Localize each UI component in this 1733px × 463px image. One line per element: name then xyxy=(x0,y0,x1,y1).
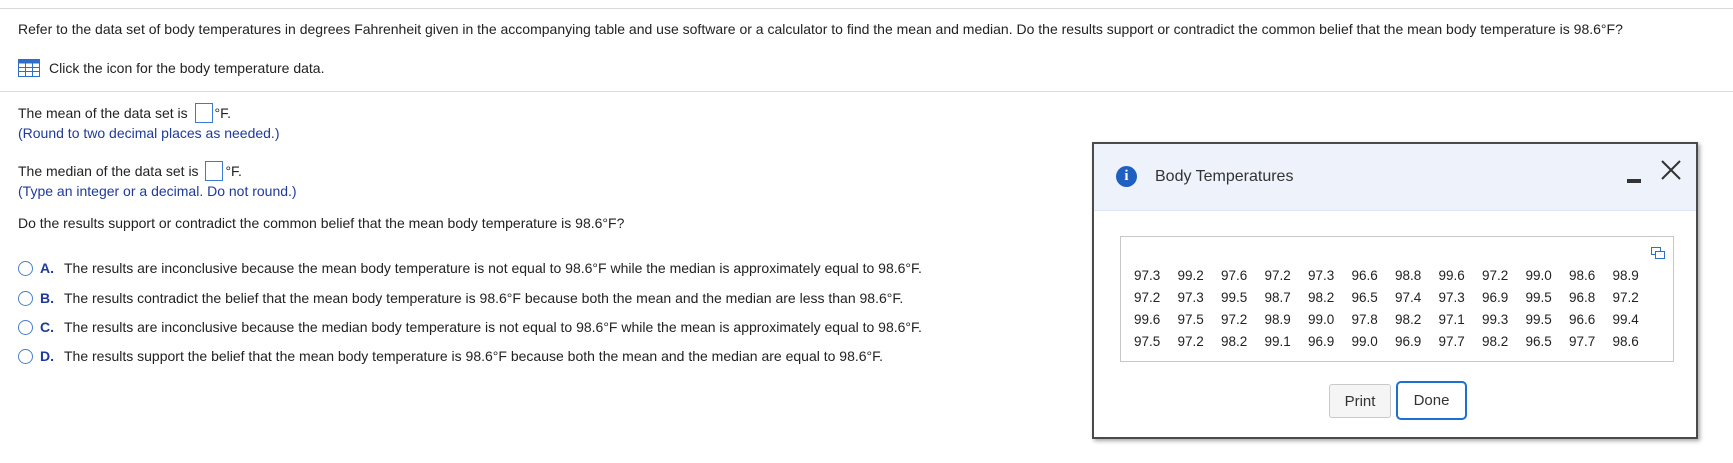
table-row: 99.6 97.5 97.2 98.9 99.0 97.8 98.2 97.1 99.3 99.5… xyxy=(1134,308,1656,330)
table-cell: 98.2 xyxy=(1395,311,1422,327)
question-text: Refer to the data set of body temperatur… xyxy=(18,21,1623,37)
table-cell: 97.5 xyxy=(1177,311,1204,327)
mean-suffix: °F. xyxy=(214,105,232,121)
table-cell: 97.2 xyxy=(1612,289,1639,305)
close-icon[interactable] xyxy=(1659,158,1683,182)
mean-input[interactable] xyxy=(194,103,213,123)
median-prefix: The median of the data set is xyxy=(18,163,199,179)
table-grid-icon[interactable] xyxy=(18,59,40,77)
table-cell: 97.2 xyxy=(1482,267,1509,283)
dialog-header[interactable]: i Body Temperatures xyxy=(1094,144,1696,211)
table-cell: 96.6 xyxy=(1351,267,1378,283)
table-row: 97.2 97.3 99.5 98.7 98.2 96.5 97.4 97.3 96.9 99.5… xyxy=(1134,286,1656,308)
table-cell: 99.1 xyxy=(1264,333,1291,349)
table-cell: 98.2 xyxy=(1482,333,1509,349)
table-cell: 99.0 xyxy=(1308,311,1335,327)
table-cell: 97.3 xyxy=(1308,267,1335,283)
copy-icon[interactable] xyxy=(1651,247,1665,259)
option-c-text: The results are inconclusive because the… xyxy=(64,319,922,335)
table-row: 97.3 99.2 97.6 97.2 97.3 96.6 98.8 99.6 97.2 99.0… xyxy=(1134,264,1656,286)
table-cell: 97.2 xyxy=(1221,311,1248,327)
table-cell: 97.3 xyxy=(1134,267,1161,283)
table-cell: 97.3 xyxy=(1438,289,1465,305)
option-d-text: The results support the belief that the … xyxy=(64,348,884,364)
dialog-title: Body Temperatures xyxy=(1155,168,1294,185)
median-prompt: The median of the data set is °F. xyxy=(18,161,242,181)
table-cell: 97.1 xyxy=(1438,311,1465,327)
table-cell: 99.5 xyxy=(1525,289,1552,305)
option-d-letter: D. xyxy=(40,348,54,364)
table-cell: 97.5 xyxy=(1134,333,1161,349)
body-temperatures-dialog: i Body Temperatures 97.3 99.2 97.6 97.2 97.3… xyxy=(1092,142,1698,439)
median-hint: (Type an integer or a decimal. Do not ro… xyxy=(18,183,297,199)
table-cell: 97.2 xyxy=(1264,267,1291,283)
body-temperature-table: 97.3 99.2 97.6 97.2 97.3 96.6 98.8 99.6 97.2 99.0… xyxy=(1134,264,1656,352)
mean-prefix: The mean of the data set is xyxy=(18,105,188,121)
data-table-container: 97.3 99.2 97.6 97.2 97.3 96.6 98.8 99.6 97.2 99.0… xyxy=(1120,236,1674,362)
table-cell: 96.5 xyxy=(1351,289,1378,305)
option-b-letter: B. xyxy=(40,290,54,306)
data-link[interactable]: Click the icon for the body temperature … xyxy=(18,59,324,77)
option-a-radio[interactable] xyxy=(18,260,33,276)
table-cell: 96.8 xyxy=(1569,289,1596,305)
table-cell: 97.7 xyxy=(1569,333,1596,349)
option-c-letter: C. xyxy=(40,319,54,335)
option-d[interactable]: D. The results support the belief that t… xyxy=(18,348,883,364)
option-c[interactable]: C. The results are inconclusive because … xyxy=(18,319,922,335)
table-cell: 97.4 xyxy=(1395,289,1422,305)
table-cell: 96.5 xyxy=(1525,333,1552,349)
table-cell: 99.0 xyxy=(1351,333,1378,349)
top-divider xyxy=(0,8,1733,9)
option-d-radio[interactable] xyxy=(18,348,33,364)
table-cell: 99.0 xyxy=(1525,267,1552,283)
table-cell: 97.3 xyxy=(1177,289,1204,305)
table-cell: 98.9 xyxy=(1612,267,1639,283)
option-b[interactable]: B. The results contradict the belief tha… xyxy=(18,290,903,306)
table-cell: 99.4 xyxy=(1612,311,1639,327)
table-row: 97.5 97.2 98.2 99.1 96.9 99.0 96.9 97.7 98.2 96.5… xyxy=(1134,330,1656,352)
minimize-button[interactable] xyxy=(1627,171,1641,183)
table-cell: 98.6 xyxy=(1612,333,1639,349)
table-cell: 98.7 xyxy=(1264,289,1291,305)
info-icon: i xyxy=(1116,166,1137,187)
table-cell: 96.9 xyxy=(1308,333,1335,349)
table-cell: 97.2 xyxy=(1177,333,1204,349)
table-cell: 99.2 xyxy=(1177,267,1204,283)
option-c-radio[interactable] xyxy=(18,319,33,335)
table-cell: 96.6 xyxy=(1569,311,1596,327)
mean-prompt: The mean of the data set is °F. xyxy=(18,103,231,123)
support-question: Do the results support or contradict the… xyxy=(18,215,625,231)
table-cell: 99.3 xyxy=(1482,311,1509,327)
table-cell: 97.8 xyxy=(1351,311,1378,327)
option-a-text: The results are inconclusive because the… xyxy=(64,260,922,276)
print-button[interactable]: Print xyxy=(1329,384,1391,418)
table-cell: 97.7 xyxy=(1438,333,1465,349)
table-cell: 98.8 xyxy=(1395,267,1422,283)
table-cell: 97.6 xyxy=(1221,267,1248,283)
data-link-label[interactable]: Click the icon for the body temperature … xyxy=(49,60,324,76)
table-cell: 96.9 xyxy=(1395,333,1422,349)
median-input[interactable] xyxy=(205,161,224,181)
table-cell: 99.5 xyxy=(1525,311,1552,327)
table-cell: 98.9 xyxy=(1264,311,1291,327)
table-cell: 99.6 xyxy=(1438,267,1465,283)
table-cell: 98.2 xyxy=(1221,333,1248,349)
table-cell: 99.6 xyxy=(1134,311,1161,327)
table-cell: 98.2 xyxy=(1308,289,1335,305)
table-cell: 97.2 xyxy=(1134,289,1161,305)
option-a[interactable]: A. The results are inconclusive because … xyxy=(18,260,922,276)
done-button[interactable]: Done xyxy=(1396,381,1467,420)
option-b-radio[interactable] xyxy=(18,290,33,306)
table-cell: 98.6 xyxy=(1569,267,1596,283)
section-divider xyxy=(0,91,1733,92)
table-cell: 99.5 xyxy=(1221,289,1248,305)
median-suffix: °F. xyxy=(225,163,242,179)
table-cell: 96.9 xyxy=(1482,289,1509,305)
option-a-letter: A. xyxy=(40,260,54,276)
option-b-text: The results contradict the belief that t… xyxy=(64,290,904,306)
mean-hint: (Round to two decimal places as needed.) xyxy=(18,125,280,141)
